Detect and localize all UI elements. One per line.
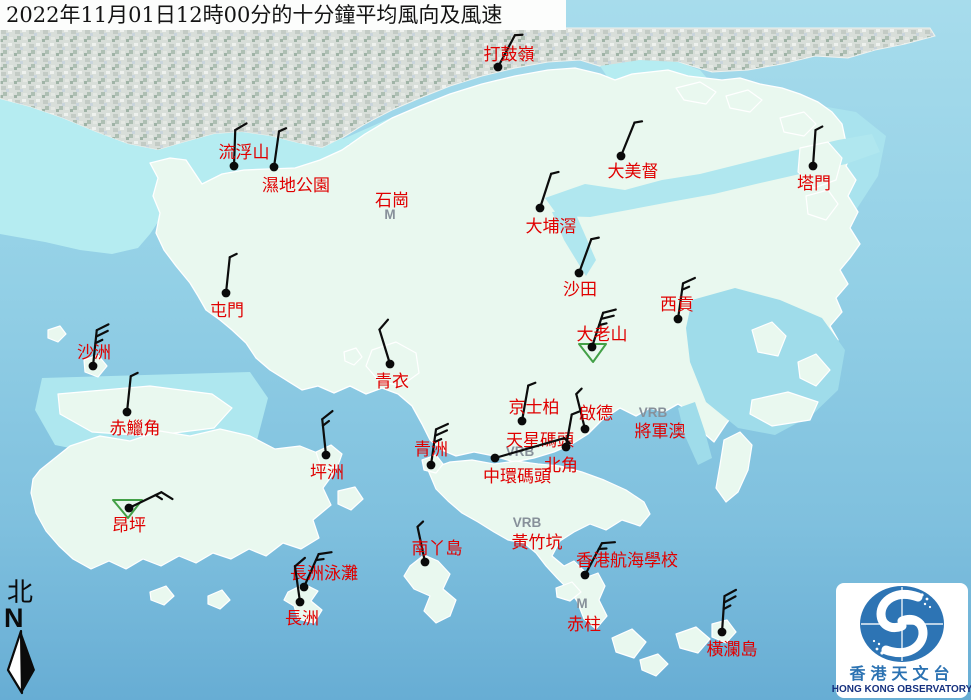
station-dot (123, 408, 132, 417)
station-dot (562, 443, 571, 452)
station-label: 大老山 (577, 325, 628, 345)
station-label: 黃竹坑 (512, 533, 563, 553)
station-dot (581, 571, 590, 580)
station-label: 坪洲 (310, 463, 344, 483)
station-label: 長洲 (285, 609, 319, 629)
station-label: 石崗 (375, 191, 409, 211)
station-dot (581, 425, 590, 434)
station-label: 沙田 (563, 280, 597, 300)
station-label: 北角 (544, 456, 578, 476)
station-label: 塔門 (797, 174, 831, 194)
station-dot (296, 598, 305, 607)
station-label: 打鼓嶺 (484, 45, 535, 65)
station-dot (718, 628, 727, 637)
station-dot (270, 163, 279, 172)
station-label: 大埔滘 (526, 217, 577, 237)
hko-logo-icon (856, 583, 948, 666)
station-dot (674, 315, 683, 324)
wind-map-page: 流浮山濕地公園 打鼓嶺大美督塔門 M 石崗大埔滘沙田屯門沙洲 西貢大老山青衣赤鱲角 京士柏… (0, 0, 971, 700)
station-label: 濕地公園 (262, 176, 330, 196)
station-label: 赤鱲角 (110, 419, 161, 439)
station-label: 昂坪 (112, 516, 146, 536)
hko-logo-english: HONG KONG OBSERVATORY (832, 683, 971, 696)
station-label: 沙洲 (77, 343, 111, 363)
station-label: 橫瀾島 (707, 640, 758, 660)
station-label: 京士柏 (509, 398, 560, 418)
station-label: 中環碼頭 (483, 467, 551, 487)
station-dot (617, 152, 626, 161)
station-label: 流浮山 (219, 143, 270, 163)
station-label: 青衣 (375, 372, 409, 392)
north-arrow-icon (4, 630, 40, 696)
station-label: 香港航海學校 (576, 551, 678, 571)
station-dot (386, 360, 395, 369)
station-label: 長洲泳灘 (290, 564, 358, 584)
station-label: 啟德 (579, 404, 613, 424)
station-label: 赤柱 (567, 615, 601, 635)
missing-data-flag: M (576, 596, 587, 611)
station-dot (125, 504, 134, 513)
hko-logo: 香港天文台 HONG KONG OBSERVATORY (836, 583, 968, 698)
hko-logo-chinese: 香港天文台 (849, 666, 954, 683)
station-dot (575, 269, 584, 278)
north-letter-label: N (4, 606, 24, 630)
station-dot (222, 289, 231, 298)
north-indicator: 北 N (4, 580, 48, 700)
station-label: 南丫島 (412, 539, 463, 559)
hong-kong-wind-map: 流浮山濕地公園 打鼓嶺大美督塔門 M 石崗大埔滘沙田屯門沙洲 西貢大老山青衣赤鱲角 京士柏… (0, 0, 971, 700)
variable-wind-flag: VRB (639, 405, 668, 420)
station-label: 將軍澳 (635, 422, 686, 442)
station-label: 西貢 (660, 295, 694, 315)
station-dot (809, 162, 818, 171)
station-dot (322, 451, 331, 460)
station-dot (491, 454, 500, 463)
variable-wind-flag: VRB (513, 515, 542, 530)
station-dot (536, 204, 545, 213)
station-label: 青洲 (414, 440, 448, 460)
station-label: 大美督 (608, 162, 659, 182)
station-label: 屯門 (210, 301, 244, 321)
station-dot (427, 461, 436, 470)
map-title: 2022年11月01日12時00分的十分鐘平均風向及風速 (0, 0, 566, 30)
